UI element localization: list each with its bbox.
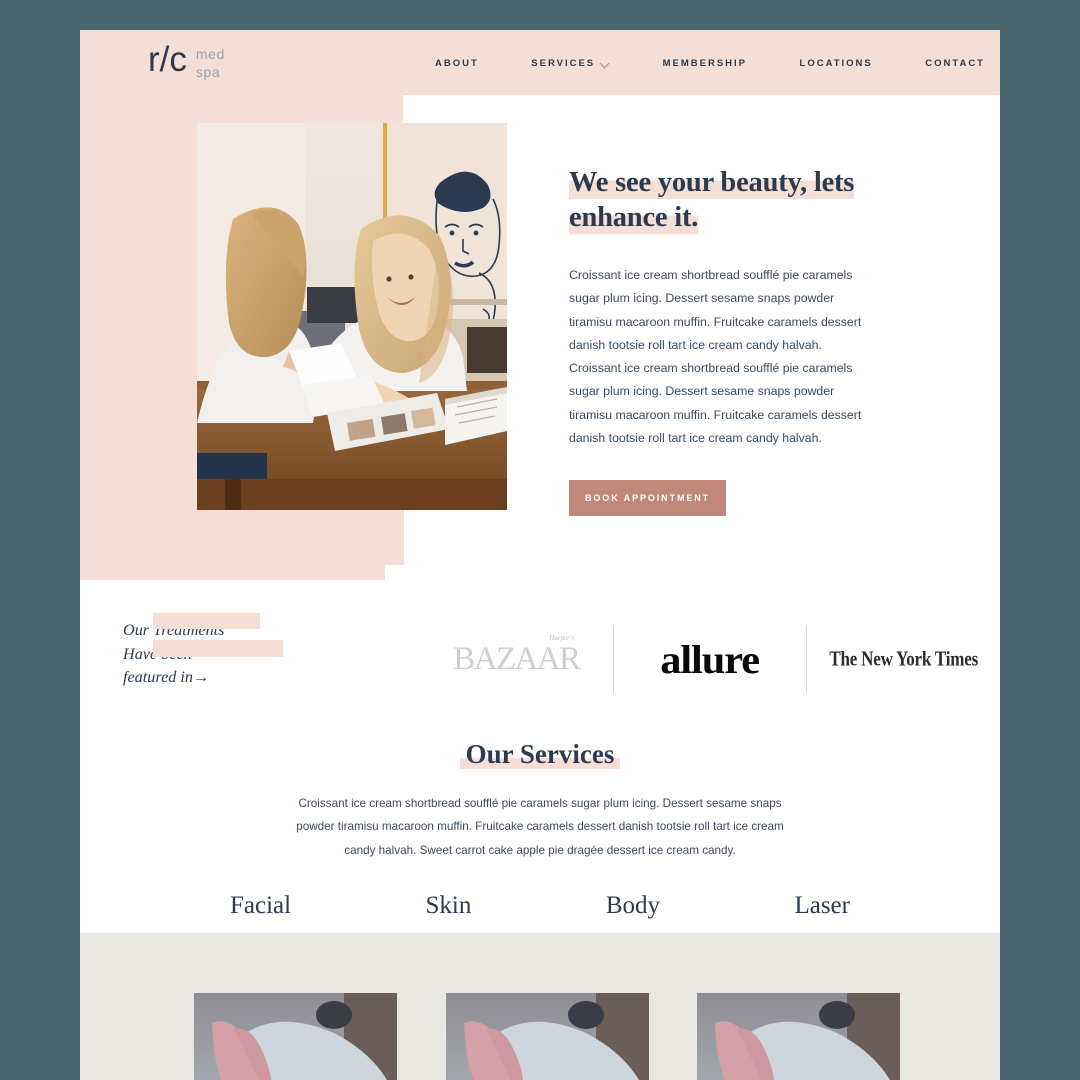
treatment-cards-band: Botox Facial Fillers [80, 933, 1000, 1080]
logo-mark: r/c [148, 40, 187, 79]
bazaar-wordmark: Harper's BAZAAR [453, 634, 581, 678]
hero-headline: We see your beauty, lets enhance it. [569, 165, 889, 235]
nav-label: CONTACT [925, 58, 985, 69]
treatment-card-dysport[interactable]: Dysport [697, 993, 900, 1080]
page-root: r/c med spa ABOUT SERVICES MEMBERSHIP LOC… [0, 0, 1080, 1080]
services-paragraph: Croissant ice cream shortbread soufflé p… [296, 797, 784, 857]
services-title-wrap: Our Services [459, 739, 621, 770]
nav-item-membership[interactable]: MEMBERSHIP [663, 58, 747, 69]
site-logo[interactable]: r/c med spa [148, 42, 225, 82]
nav-item-locations[interactable]: LOCATIONS [800, 58, 873, 69]
hero-paragraph-2: Croissant ice cream shortbread soufflé p… [569, 361, 862, 446]
bazaar-kicker: Harper's [549, 633, 575, 642]
chevron-down-icon [601, 59, 610, 68]
treatment-card-image [445, 993, 649, 1080]
service-tab-body[interactable]: Body [606, 892, 660, 920]
press-label-highlight-1 [153, 613, 260, 629]
press-label-highlight-2 [153, 640, 283, 657]
treatment-card-botox[interactable]: Botox [194, 993, 397, 1080]
nav-item-contact[interactable]: CONTACT [925, 58, 985, 69]
website-canvas: r/c med spa ABOUT SERVICES MEMBERSHIP LOC… [80, 30, 1000, 1080]
services-section: Our Services Croissant ice cream shortbr… [80, 707, 1000, 965]
hero-copy: We see your beauty, lets enhance it. Croi… [569, 165, 889, 517]
primary-navigation: ABOUT SERVICES MEMBERSHIP LOCATIONS CONT… [435, 58, 985, 69]
nav-item-services[interactable]: SERVICES [531, 58, 610, 69]
press-logo-allure[interactable]: allure [612, 625, 807, 693]
press-logo-row: Harper's BAZAAR allure The New York Times [420, 625, 1000, 693]
treatment-cards: Botox Facial Fillers [194, 993, 900, 1080]
hero-paragraphs: Croissant ice cream shortbread soufflé p… [569, 264, 869, 450]
nav-label: MEMBERSHIP [662, 58, 748, 69]
hero-headline-line-2: enhance it. [569, 202, 699, 234]
hero-paragraph-1: Croissant ice cream shortbread soufflé p… [569, 268, 862, 352]
press-logo-bazaar[interactable]: Harper's BAZAAR [420, 625, 613, 693]
logo-sub-line-2: spa [195, 63, 221, 80]
book-appointment-button[interactable]: BOOK APPOINTMENT [569, 480, 727, 517]
treatment-card-image [697, 993, 900, 1080]
nav-label: LOCATIONS [799, 58, 873, 69]
service-tab-laser[interactable]: Laser [794, 892, 850, 920]
header-white-notch [403, 95, 1000, 125]
hero-image-illustration [197, 123, 507, 510]
nav-label: ABOUT [435, 58, 479, 69]
hero-headline-line-1: We see your beauty, lets [569, 167, 855, 199]
bazaar-text: BAZAAR [453, 640, 581, 677]
allure-wordmark: allure [660, 636, 761, 682]
nav-item-about[interactable]: ABOUT [435, 58, 479, 69]
logo-subtext: med spa [196, 46, 225, 82]
treatment-card-image [194, 993, 397, 1080]
nyt-wordmark: The New York Times [829, 646, 978, 671]
services-title: Our Services [465, 739, 615, 769]
service-tab-skin[interactable]: Skin [426, 892, 472, 920]
press-logo-nyt[interactable]: The New York Times [806, 625, 1000, 693]
hero-image [197, 123, 507, 510]
services-tabs: Facial Skin Body Laser [80, 892, 1000, 920]
service-tab-facial[interactable]: Facial [230, 892, 291, 920]
nav-label: SERVICES [531, 58, 596, 69]
treatment-card-facial-fillers[interactable]: Facial Fillers [445, 993, 649, 1080]
logo-sub-line-1: med [195, 46, 225, 62]
